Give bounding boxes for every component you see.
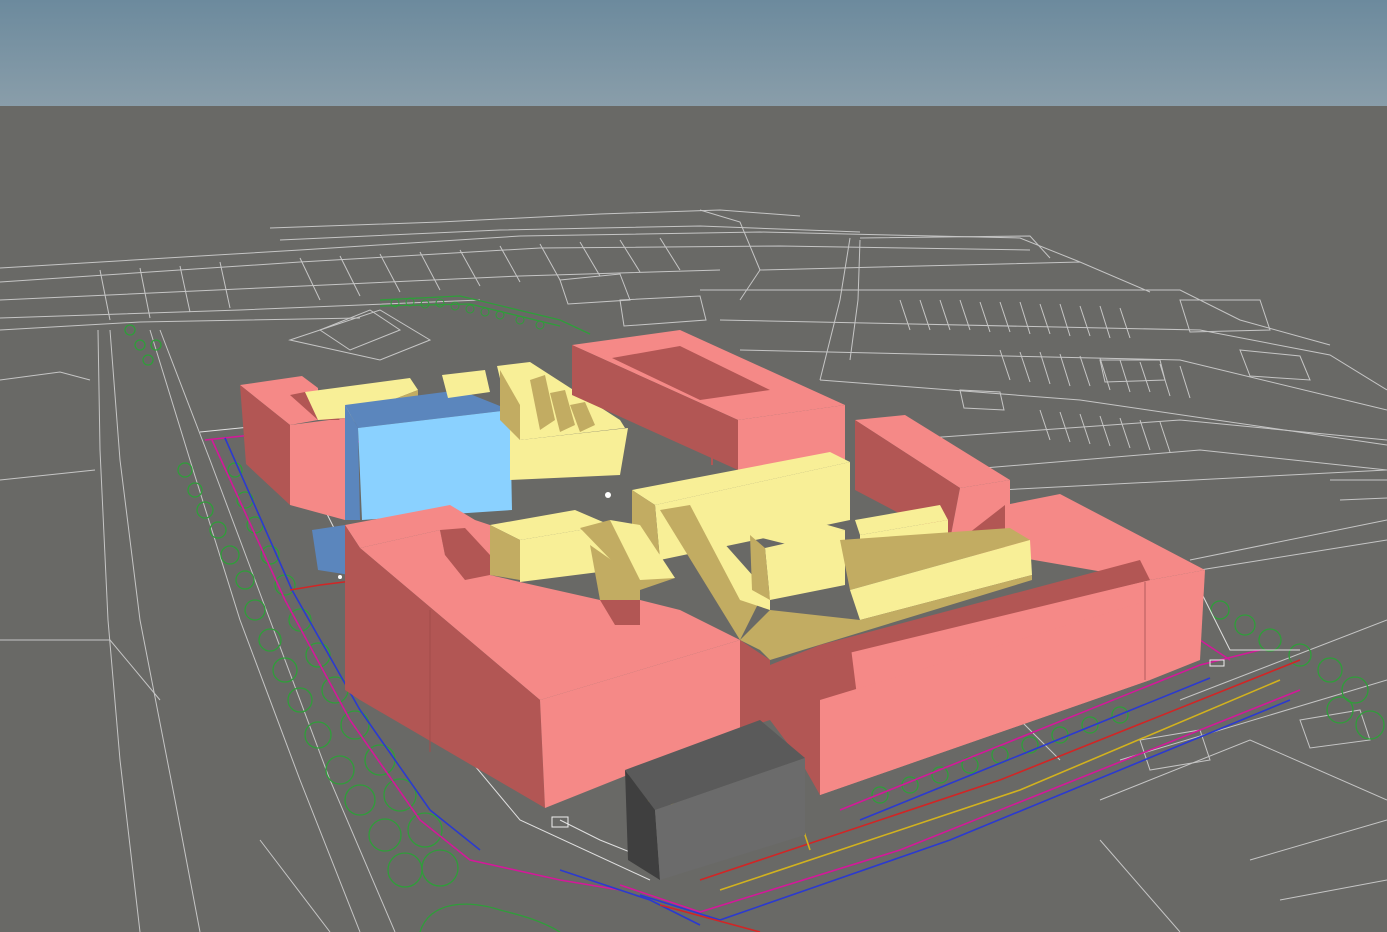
scene-canvas[interactable] — [0, 0, 1387, 932]
3d-site-viewport[interactable] — [0, 0, 1387, 932]
sky — [0, 0, 1387, 108]
